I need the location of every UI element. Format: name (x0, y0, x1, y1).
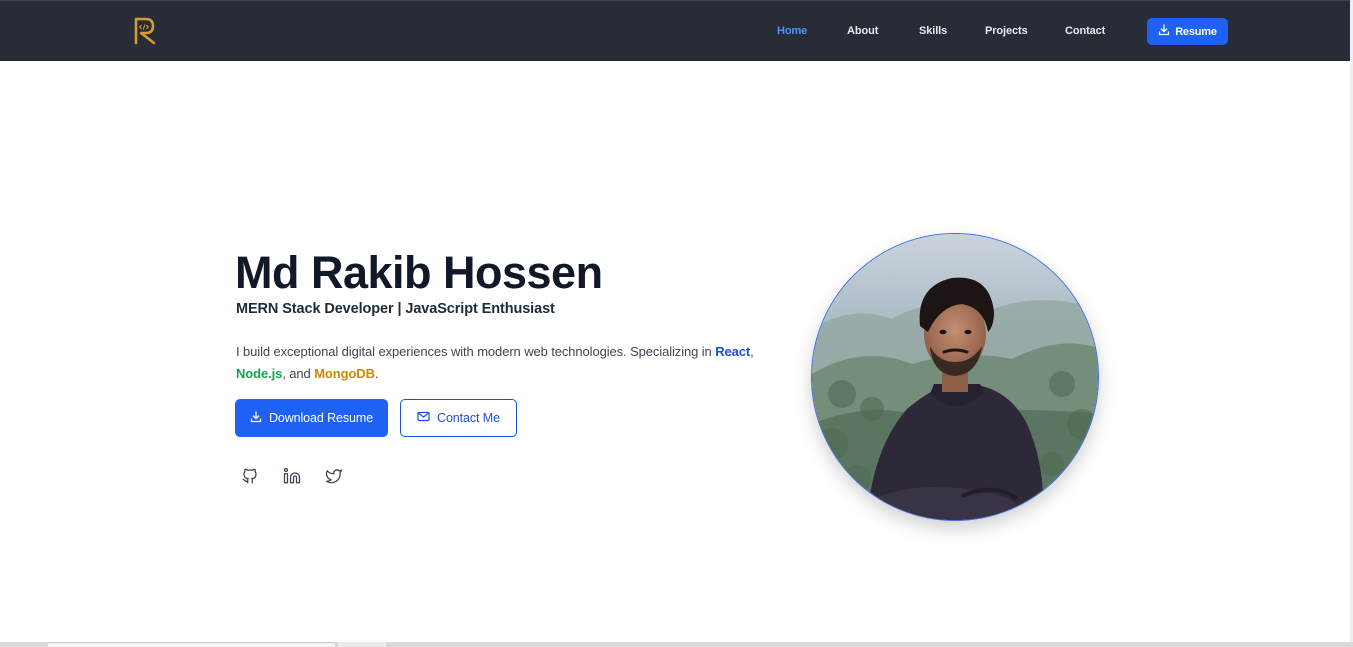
nav-resume-button[interactable]: Resume (1147, 18, 1228, 45)
download-resume-button[interactable]: Download Resume (235, 399, 388, 437)
download-icon (1158, 24, 1170, 39)
nav-link-skills[interactable]: Skills (919, 25, 947, 37)
horizontal-scrollbar-thumb[interactable] (48, 642, 335, 647)
linkedin-icon[interactable] (281, 465, 303, 487)
hero-desc-suffix: . (374, 366, 379, 381)
profile-photo (811, 233, 1099, 521)
nav-resume-label: Resume (1175, 25, 1217, 38)
hero-desc-prefix: I build exceptional digital experiences … (236, 344, 712, 359)
hero-desc-sep-2: , and (282, 366, 311, 381)
mail-icon (417, 411, 430, 425)
github-icon[interactable] (239, 465, 261, 487)
horizontal-scrollbar-segment (338, 642, 386, 647)
nav-link-home[interactable]: Home (777, 25, 807, 37)
nav-link-contact[interactable]: Contact (1065, 25, 1105, 37)
hero-subtitle: MERN Stack Developer | JavaScript Enthus… (236, 301, 555, 317)
contact-me-button[interactable]: Contact Me (400, 399, 517, 437)
top-navbar: Home About Skills Projects Contact Resum… (0, 0, 1353, 61)
tech-mongodb: MongoDB (314, 366, 375, 381)
site-logo-icon[interactable] (133, 17, 159, 45)
tech-react: React (715, 344, 751, 359)
download-icon (250, 410, 262, 426)
contact-me-label: Contact Me (437, 411, 500, 425)
hero-description: I build exceptional digital experiences … (236, 341, 756, 385)
nav-link-projects[interactable]: Projects (985, 25, 1028, 37)
download-resume-label: Download Resume (268, 411, 374, 425)
hero-desc-sep-1: , (750, 344, 754, 359)
hero-name: Md Rakib Hossen (235, 247, 603, 298)
twitter-icon[interactable] (323, 465, 345, 487)
tech-node: Node.js (236, 366, 283, 381)
nav-link-about[interactable]: About (847, 25, 878, 37)
